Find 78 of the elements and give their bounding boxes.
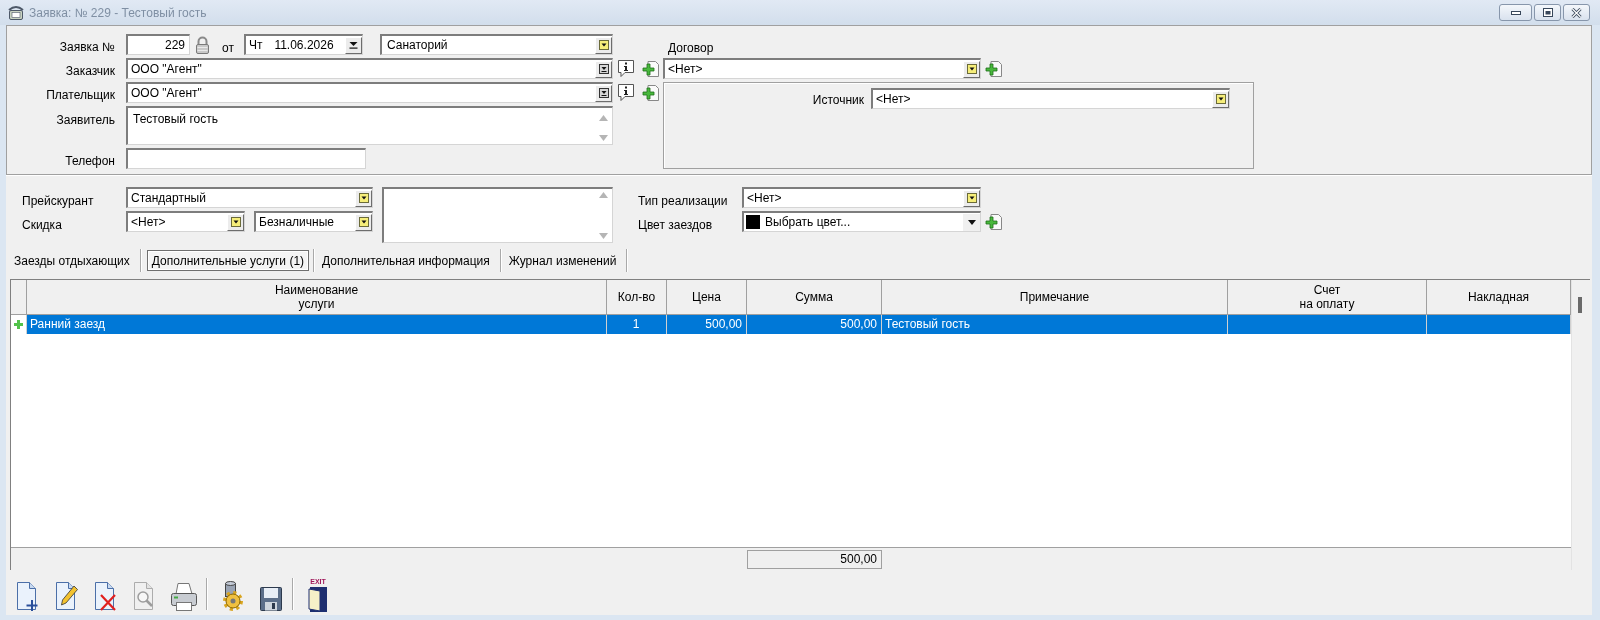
plus-icon[interactable] — [642, 59, 660, 78]
tab[interactable]: Дополнительные услуги (1) — [146, 250, 310, 271]
caret-icon — [358, 217, 369, 227]
lookup-button[interactable] — [595, 36, 612, 54]
plus-icon[interactable] — [985, 59, 1003, 78]
maximize-button[interactable] — [1534, 4, 1561, 21]
tab[interactable]: Заезды отдыхающих — [10, 249, 138, 272]
type-dropdown[interactable]: Санаторий — [379, 34, 613, 55]
field-label: Источник — [811, 93, 864, 107]
phone-icon — [8, 5, 24, 20]
table-cell: Ранний заезд — [27, 315, 607, 334]
close-button[interactable] — [1563, 4, 1590, 21]
page-plus-icon — [15, 580, 39, 612]
tab[interactable]: Журнал изменений — [504, 249, 625, 272]
customer-dropdown[interactable]: ООО "Агент" — [126, 58, 613, 79]
payment-type-dropdown[interactable]: Безналичные — [254, 211, 373, 232]
page-magnifier-icon — [132, 580, 156, 612]
table-cell: 500,00 — [747, 315, 882, 334]
payer-dropdown[interactable]: ООО "Агент" — [126, 82, 613, 103]
plus-icon — [14, 320, 23, 329]
phone-field[interactable] — [126, 148, 366, 169]
contract-dropdown[interactable]: <Нет> — [663, 58, 981, 79]
window-title: Заявка: № 229 - Тестовый гость — [29, 5, 207, 20]
field-label: Договор — [667, 41, 714, 55]
dropdown-button[interactable] — [963, 213, 980, 231]
field-label: Прейскурант — [22, 194, 95, 208]
caret-icon — [348, 41, 358, 49]
caret-icon — [230, 217, 241, 227]
sale-type-dropdown[interactable]: <Нет> — [742, 187, 981, 208]
minimize-icon — [1510, 10, 1521, 15]
caret-icon — [358, 193, 369, 203]
maximize-icon — [1542, 8, 1553, 17]
page-cross-icon — [93, 580, 117, 612]
close-icon — [1571, 7, 1582, 18]
table-cell: 1 — [607, 315, 667, 334]
lookup-button[interactable] — [963, 60, 980, 78]
order-number-field[interactable]: 229 — [126, 34, 190, 55]
caret-icon — [598, 88, 609, 98]
caret-icon — [967, 219, 976, 225]
lookup-button[interactable] — [227, 213, 244, 231]
minimize-button[interactable] — [1499, 4, 1532, 21]
caret-icon — [1215, 94, 1226, 104]
lookup-button[interactable] — [355, 213, 372, 231]
info-bubble-icon[interactable] — [617, 59, 635, 78]
lookup-button[interactable] — [355, 189, 372, 207]
caret-icon — [966, 64, 977, 74]
price-list-dropdown[interactable]: Стандартный — [126, 187, 373, 208]
field-label: Заявитель — [56, 112, 116, 128]
field-label: Плательщик — [46, 88, 116, 103]
field-label: от — [222, 40, 234, 55]
caret-icon — [598, 40, 609, 50]
page-pencil-icon — [54, 580, 78, 612]
plus-icon[interactable] — [642, 83, 660, 102]
field-label: Заказчик — [65, 64, 116, 79]
field-label: Заявка № — [59, 40, 116, 55]
table-row[interactable]: Ранний заезд 1 500,00 500,00 Тестовый гость — [11, 315, 1571, 334]
scrollbar-thumb[interactable] — [1578, 297, 1582, 313]
tab[interactable]: Дополнительная информация — [318, 249, 498, 272]
field-label: Телефон — [65, 154, 116, 169]
door-icon — [307, 586, 329, 612]
date-field[interactable]: Чт 11.06.2026 — [243, 34, 363, 55]
total-sum-field: 500,00 — [747, 549, 882, 569]
lookup-button[interactable] — [963, 189, 980, 207]
color-dropdown[interactable]: Выбрать цвет... — [742, 211, 981, 232]
discount-dropdown[interactable]: <Нет> — [126, 211, 245, 232]
table-cell: 500,00 — [667, 315, 747, 334]
lookup-button[interactable] — [1212, 90, 1229, 108]
printer-icon — [170, 582, 198, 612]
caret-icon — [598, 64, 609, 74]
table-cell: Тестовый гость — [882, 315, 1228, 334]
field-label: Тип реализации — [638, 194, 729, 208]
info-bubble-icon[interactable] — [617, 83, 635, 102]
field-label: Скидка — [22, 218, 63, 232]
source-dropdown[interactable]: <Нет> — [871, 88, 1230, 109]
field-label: Цвет заездов — [638, 218, 714, 232]
padlock-icon — [194, 35, 211, 54]
caret-icon — [966, 193, 977, 203]
plus-icon[interactable] — [985, 212, 1003, 231]
